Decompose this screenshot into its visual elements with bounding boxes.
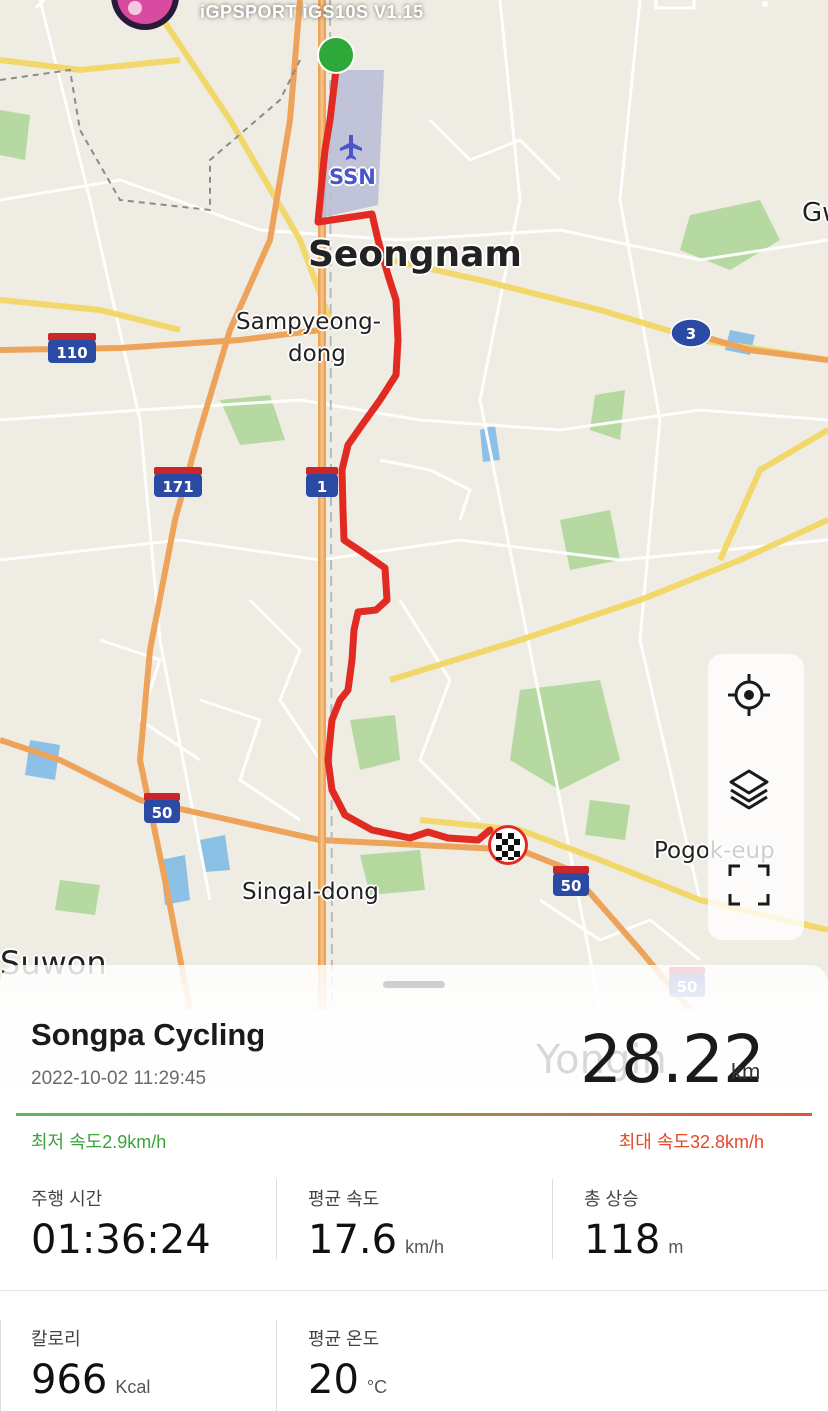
calories-label: 칼로리 [31,1329,81,1349]
distance-unit: km [731,1059,761,1084]
max-speed: 최대 속도32.8km/h [618,1132,764,1152]
avg-temp-value: 20 °C [308,1357,387,1403]
drag-handle[interactable] [383,981,445,988]
map-label-airport: SSN [329,165,376,189]
ride-time-label: 주행 시간 [31,1189,103,1209]
share-icon[interactable] [654,0,696,10]
divider [276,1179,277,1259]
crosshair-icon [728,674,770,716]
min-speed: 최저 속도2.9km/h [31,1132,167,1152]
ride-time-value: 01:36:24 [31,1217,211,1263]
avg-temp-unit: °C [366,1377,388,1397]
elevation-value: 118 m [584,1217,683,1263]
shield-label: 3 [686,325,696,343]
shield-label: 1 [317,478,327,496]
shield-label: 110 [56,344,87,362]
elevation-label: 총 상승 [584,1189,639,1209]
map-label-sampyeong: Sampyeong- [236,309,382,335]
speed-gradient-bar [16,1113,812,1116]
shield-label: 50 [152,804,173,822]
calories-number: 966 [31,1357,108,1403]
calories-value: 966 Kcal [31,1357,150,1403]
finish-flag-icon [488,825,528,865]
map-label-singal-dong: Singal-dong [242,879,379,905]
shield-label: 171 [162,478,193,496]
ride-time-number: 01:36:24 [31,1217,211,1263]
divider [276,1320,277,1411]
map-label-gw: Gw [802,198,828,228]
activity-summary-panel: Yongin Songpa Cycling 2022-10-02 11:29:4… [0,965,828,1411]
row-divider [0,1290,828,1291]
map-controls [708,654,804,940]
map-label-dong: dong [288,341,346,367]
divider [0,1320,1,1411]
map-label-seongnam: Seongnam [308,234,522,275]
avg-speed-label: 평균 속도 [308,1189,380,1209]
calories-unit: Kcal [115,1377,151,1397]
shield-label: 50 [561,877,582,895]
fullscreen-button[interactable] [726,862,786,922]
fullscreen-icon [728,864,770,906]
route-map[interactable]: 110 171 1 3 50 50 50 SSN Seongnam Sampye… [0,0,828,1010]
divider [552,1179,553,1259]
avg-temp-label: 평균 온도 [308,1329,380,1349]
elevation-unit: m [668,1237,684,1257]
start-marker [317,36,355,74]
activity-title: Songpa Cycling [31,1017,266,1052]
elevation-number: 118 [584,1217,661,1263]
layers-button[interactable] [726,766,786,826]
layers-icon [729,769,769,810]
avg-speed-number: 17.6 [308,1217,398,1263]
avg-temp-number: 20 [308,1357,359,1403]
locate-button[interactable] [726,672,786,732]
more-icon[interactable] [762,1,768,7]
device-name: iGPSPORT iGS10S V1.15 [200,2,424,22]
activity-datetime: 2022-10-02 11:29:45 [31,1068,207,1089]
avg-speed-value: 17.6 km/h [308,1217,444,1263]
avg-speed-unit: km/h [405,1237,445,1257]
